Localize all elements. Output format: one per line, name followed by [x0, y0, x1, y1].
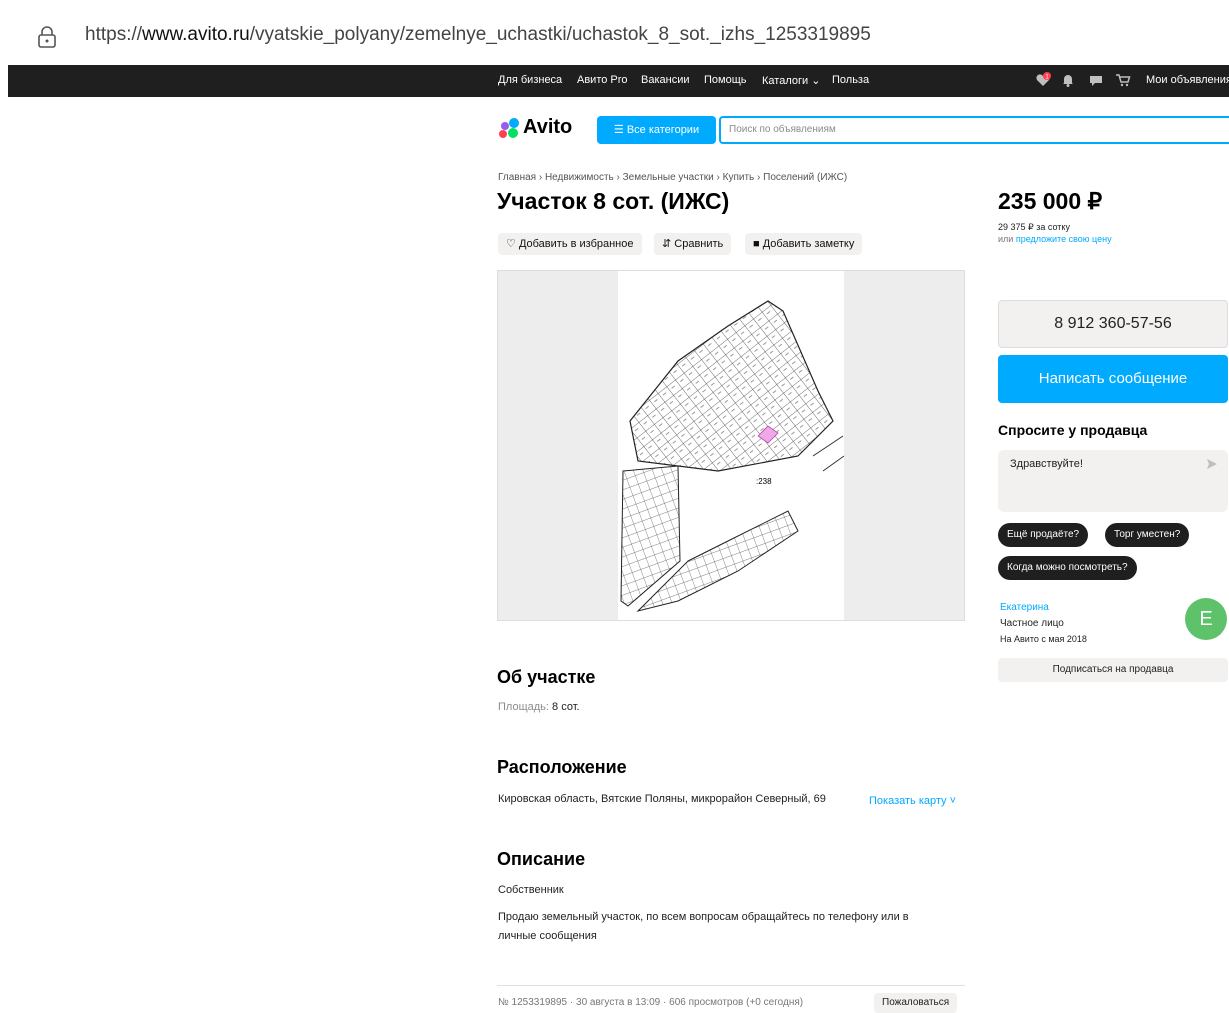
messages-icon[interactable] — [1088, 72, 1104, 88]
plot-number-label: :238 — [756, 477, 772, 486]
avatar[interactable]: Е — [1185, 598, 1227, 640]
add-note-label: Добавить заметку — [762, 238, 855, 250]
categories-button-label: Все категории — [626, 124, 700, 136]
cart-icon[interactable] — [1115, 72, 1131, 88]
price: 235 000 ₽ — [998, 188, 1103, 214]
favorites-heart-icon[interactable]: 1 — [1035, 72, 1051, 88]
seller-type: Частное лицо — [1000, 618, 1064, 629]
area-row: Площадь: 8 сот. — [498, 701, 580, 713]
logo-text: Avito — [523, 116, 573, 138]
compare-icon: ⇵ — [662, 238, 672, 250]
nav-link-catalogs[interactable]: Каталоги ⌄ — [762, 74, 820, 87]
categories-menu-icon: ☰ — [613, 124, 624, 136]
description-line-1: Собственник — [498, 884, 564, 896]
nav-link-vacancies[interactable]: Вакансии — [641, 74, 690, 86]
page-title: Участок 8 сот. (ИЖС) — [497, 188, 730, 214]
nav-link-benefit[interactable]: Польза — [832, 74, 869, 86]
write-message-button[interactable]: Написать сообщение — [998, 355, 1228, 403]
area-label: Площадь: — [498, 701, 549, 713]
show-phone-button[interactable]: 8 912 360-57-56 — [998, 300, 1228, 348]
my-ads-link[interactable]: Мои объявления — [1146, 74, 1229, 86]
quick-reply-when-view[interactable]: Когда можно посмотреть? — [998, 556, 1137, 580]
heart-icon: ♡ — [506, 238, 516, 250]
note-icon: ■ — [753, 238, 760, 250]
subscribe-seller-button[interactable]: Подписаться на продавца — [998, 658, 1228, 682]
compare-button[interactable]: ⇵ Сравнить — [654, 233, 732, 255]
description-line-2: Продаю земельный участок, по всем вопрос… — [498, 911, 909, 923]
ask-seller-text: Здравствуйте! — [1010, 458, 1083, 470]
url-domain: www.avito.ru — [142, 24, 250, 45]
description-line-3: личные сообщения — [498, 930, 597, 942]
send-icon[interactable] — [1206, 458, 1218, 470]
all-categories-button[interactable]: ☰ Все категории — [597, 116, 716, 144]
bell-icon[interactable] — [1060, 72, 1076, 88]
offer-price-row: или предложите свою цену — [998, 234, 1112, 244]
listing-meta: № 1253319895 · 30 августа в 13:09 · 606 … — [498, 997, 804, 1008]
breadcrumb[interactable]: Главная › Недвижимость › Земельные участ… — [498, 172, 847, 183]
about-heading: Об участке — [497, 667, 596, 687]
show-map-link[interactable]: Показать карту ˅ — [869, 795, 956, 807]
price-per-sotka: 29 375 ₽ за сотку — [998, 222, 1070, 232]
divider — [497, 985, 965, 986]
lock-icon — [38, 26, 56, 48]
compare-label: Сравнить — [674, 238, 724, 250]
avito-logo[interactable]: Avito — [497, 116, 572, 139]
ask-seller-heading: Спросите у продавца — [998, 422, 1148, 438]
area-value: 8 сот. — [552, 701, 580, 713]
address-text: Кировская область, Вятские Поляны, микро… — [498, 793, 826, 805]
url-path: /vyatskie_polyany/zemelnye_uchastki/ucha… — [249, 24, 871, 45]
offer-prefix: или — [998, 234, 1014, 244]
nav-link-business[interactable]: Для бизнеса — [498, 74, 562, 86]
ask-seller-input[interactable]: Здравствуйте! — [998, 450, 1228, 512]
quick-reply-still-selling[interactable]: Ещё продаёте? — [998, 523, 1089, 547]
quick-reply-bargain[interactable]: Торг уместен? — [1105, 523, 1190, 547]
browser-address-bar[interactable]: https://www.avito.ru/vyatskie_polyany/ze… — [0, 0, 1229, 66]
offer-price-link[interactable]: предложите свою цену — [1016, 234, 1112, 244]
seller-name-link[interactable]: Екатерина — [1000, 602, 1049, 613]
search-input[interactable]: Поиск по объявлениям — [719, 116, 1229, 144]
nav-link-avito-pro[interactable]: Авито Pro — [577, 74, 628, 86]
location-heading: Расположение — [497, 757, 627, 777]
seller-since: На Авито с мая 2018 — [1000, 634, 1087, 644]
url-text[interactable]: https://www.avito.ru/vyatskie_polyany/ze… — [85, 24, 871, 46]
cadastral-map-drawing: :238 — [620, 300, 845, 612]
listing-photo[interactable]: :238 — [497, 270, 965, 621]
plot-plan-image: :238 — [618, 271, 845, 620]
add-favorite-label: Добавить в избранное — [518, 238, 634, 250]
add-note-button[interactable]: ■ Добавить заметку — [745, 233, 863, 255]
nav-link-help[interactable]: Помощь — [704, 74, 747, 86]
description-heading: Описание — [497, 849, 586, 869]
avito-dots-icon — [499, 117, 519, 138]
url-prefix: https:// — [85, 24, 143, 45]
add-favorite-button[interactable]: ♡ Добавить в избранное — [498, 233, 642, 255]
complain-button[interactable]: Пожаловаться — [874, 993, 958, 1013]
